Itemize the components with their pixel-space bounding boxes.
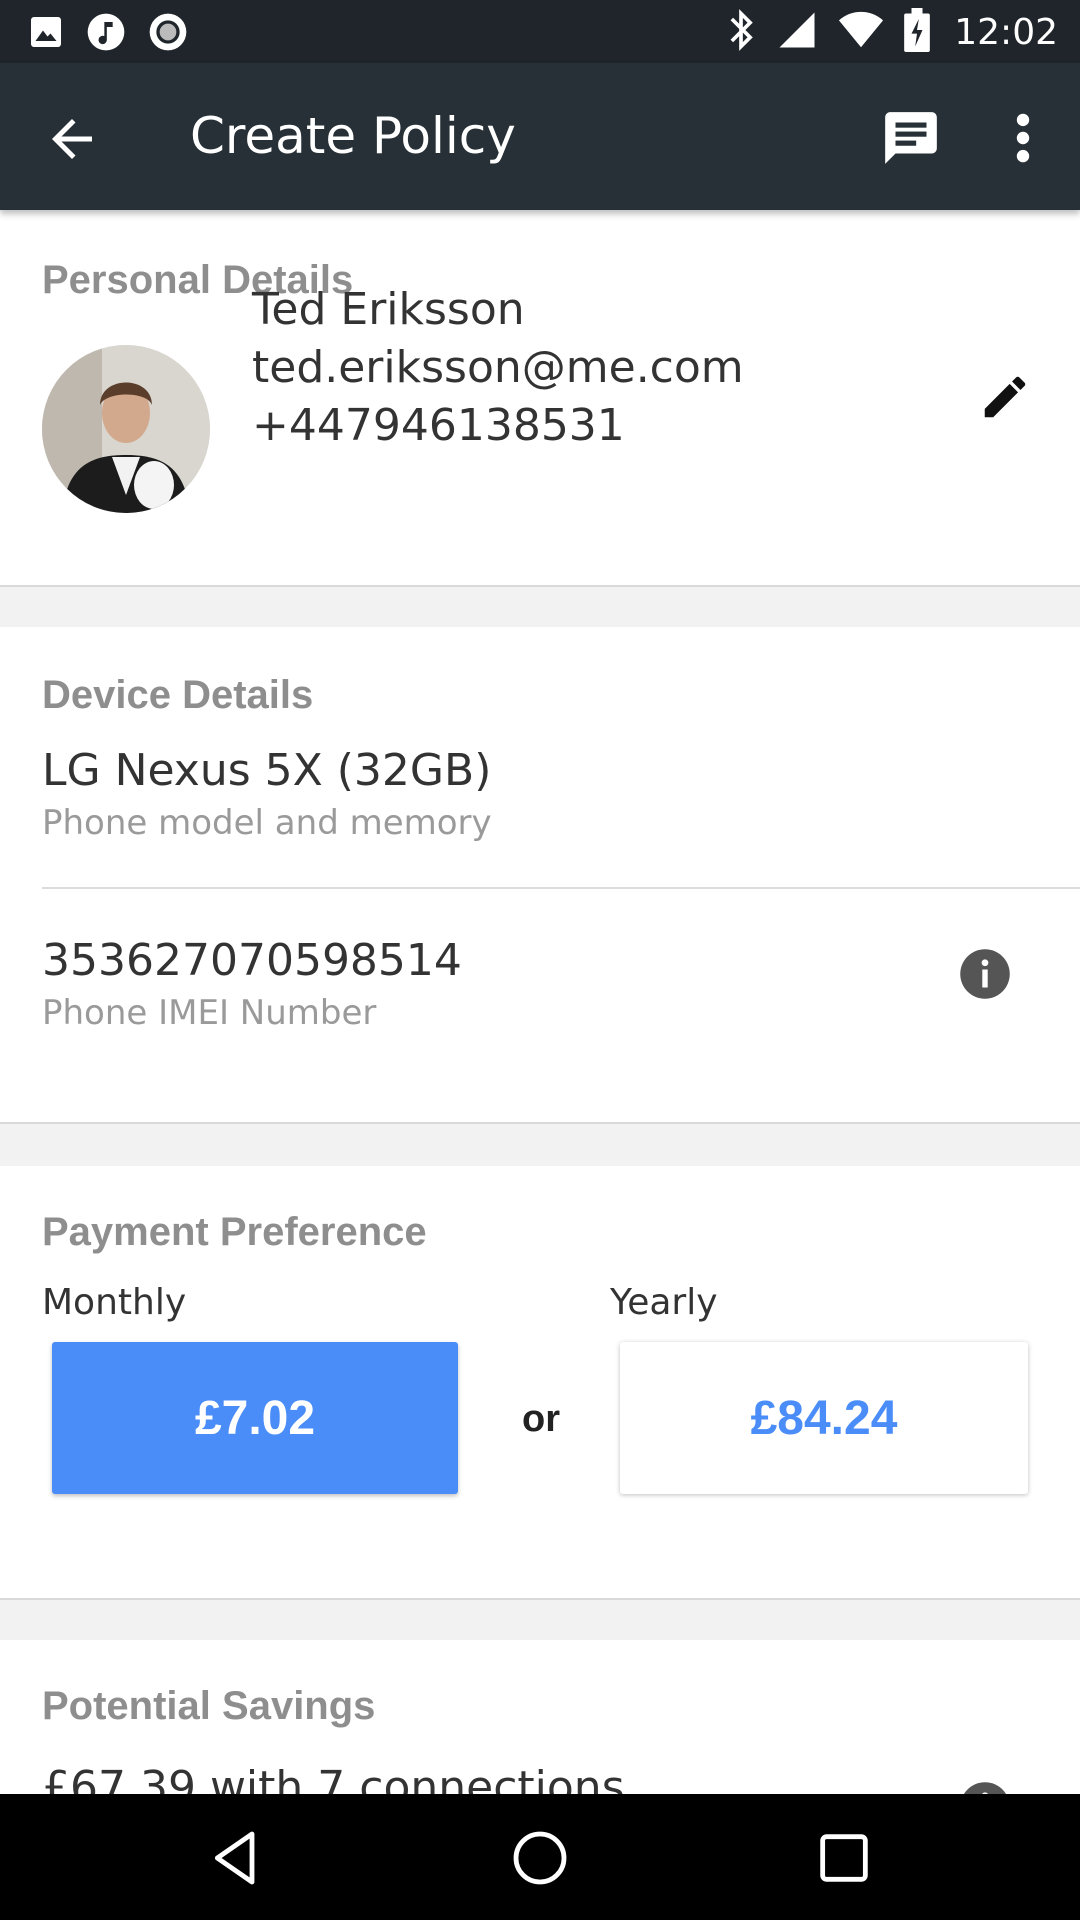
- recents-nav-icon[interactable]: [812, 1826, 876, 1890]
- chat-icon[interactable]: [880, 107, 942, 169]
- yearly-price-button[interactable]: £84.24: [620, 1342, 1028, 1494]
- back-arrow-icon[interactable]: [42, 109, 102, 169]
- signal-icon: [776, 9, 818, 56]
- record-icon: [148, 12, 188, 57]
- avatar: [42, 345, 210, 513]
- device-imei[interactable]: 353627070598514: [42, 935, 462, 986]
- personal-details-card: Personal Details Ted Eriksson ted.erikss…: [0, 210, 1080, 587]
- navigation-bar: [0, 1794, 1080, 1920]
- device-imei-caption: Phone IMEI Number: [42, 993, 377, 1033]
- page-title: Create Policy: [190, 107, 516, 165]
- music-icon: [86, 12, 126, 57]
- potential-savings-card: Potential Savings £67.39 with 7 connecti…: [0, 1640, 1080, 1832]
- device-details-card: Device Details LG Nexus 5X (32GB) Phone …: [0, 627, 1080, 1124]
- or-text: or: [522, 1398, 560, 1440]
- bluetooth-icon: [726, 8, 756, 57]
- wifi-icon: [838, 10, 884, 55]
- home-nav-icon[interactable]: [508, 1826, 572, 1890]
- person-email: ted.eriksson@me.com: [252, 342, 744, 393]
- person-name: Ted Eriksson: [252, 284, 525, 335]
- payment-preference-card: Payment Preference Monthly Yearly £7.02 …: [0, 1166, 1080, 1600]
- device-divider: [42, 887, 1080, 889]
- payment-preference-title: Payment Preference: [42, 1210, 427, 1254]
- device-model-caption: Phone model and memory: [42, 803, 492, 843]
- person-phone: +447946138531: [252, 400, 625, 451]
- status-bar: 12:02: [0, 0, 1080, 63]
- battery-icon: [904, 8, 931, 57]
- device-model[interactable]: LG Nexus 5X (32GB): [42, 745, 491, 796]
- status-time: 12:02: [954, 12, 1058, 53]
- device-details-title: Device Details: [42, 673, 314, 717]
- yearly-label: Yearly: [610, 1282, 718, 1323]
- potential-savings-title: Potential Savings: [42, 1684, 376, 1728]
- info-icon[interactable]: [958, 947, 1012, 1001]
- back-nav-icon[interactable]: [204, 1826, 268, 1890]
- image-icon: [28, 14, 64, 55]
- app-bar: Create Policy: [0, 63, 1080, 210]
- monthly-price-button[interactable]: £7.02: [52, 1342, 458, 1494]
- more-vert-icon[interactable]: [1008, 107, 1038, 169]
- monthly-label: Monthly: [42, 1282, 187, 1323]
- edit-icon[interactable]: [978, 370, 1032, 424]
